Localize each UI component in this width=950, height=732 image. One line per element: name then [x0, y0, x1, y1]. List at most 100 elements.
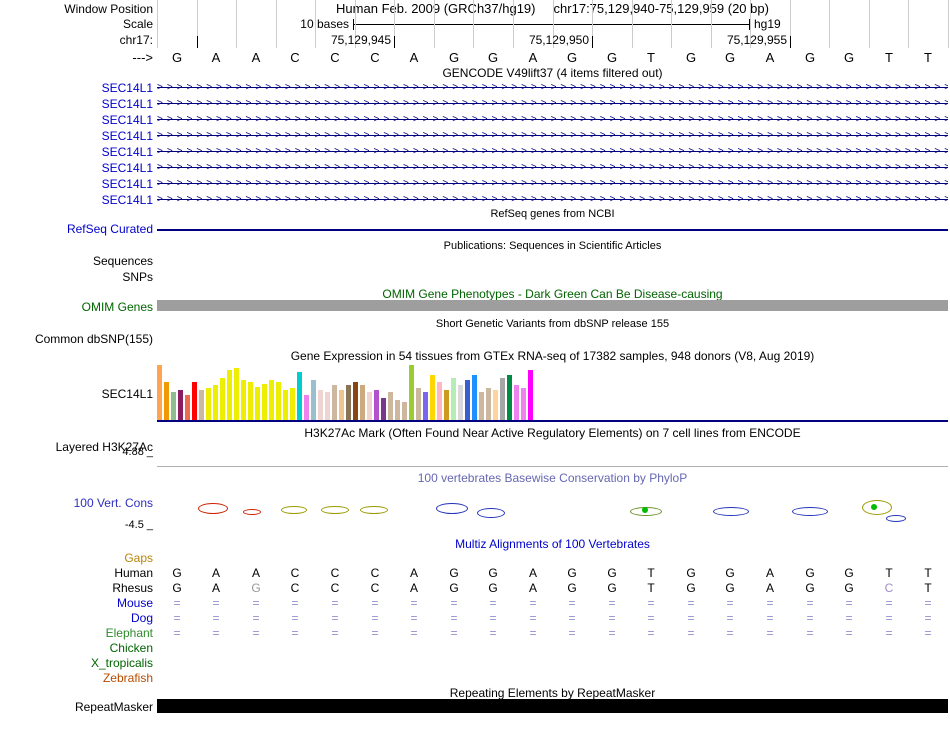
gtex-expression-bar[interactable] — [451, 378, 456, 420]
h3k27ac-track-title[interactable]: H3K27Ac Mark (Often Found Near Active Re… — [157, 426, 948, 440]
gtex-expression-bar[interactable] — [304, 395, 309, 420]
species-label[interactable]: Human — [0, 566, 153, 580]
gtex-expression-bar[interactable] — [444, 390, 449, 420]
gtex-expression-bar[interactable] — [353, 382, 358, 420]
species-label[interactable]: Gaps — [0, 551, 153, 565]
gene-track-label[interactable]: SEC14L1 — [0, 81, 153, 95]
gtex-expression-bar[interactable] — [297, 372, 302, 420]
gene-track-label[interactable]: SEC14L1 — [0, 129, 153, 143]
species-label[interactable]: Zebrafish — [0, 671, 153, 685]
gtex-expression-bar[interactable] — [185, 395, 190, 420]
gtex-expression-bar[interactable] — [430, 375, 435, 420]
gtex-expression-bar[interactable] — [465, 380, 470, 420]
species-label[interactable]: Dog — [0, 611, 153, 625]
gene-track-label[interactable]: SEC14L1 — [0, 161, 153, 175]
gene-model[interactable]: >>>>>>>>>>>>>>>>>>>>>>>>>>>>>>>>>>>>>>>>… — [157, 161, 948, 176]
gtex-expression-bar[interactable] — [346, 385, 351, 420]
gtex-expression-bar[interactable] — [381, 398, 386, 420]
gtex-expression-bar[interactable] — [213, 385, 218, 420]
gtex-expression-bar[interactable] — [206, 388, 211, 420]
phylop-track-title[interactable]: 100 vertebrates Basewise Conservation by… — [157, 471, 948, 485]
vert-cons-label[interactable]: 100 Vert. Cons — [0, 496, 153, 510]
gtex-expression-bar[interactable] — [164, 382, 169, 420]
gencode-track-title[interactable]: GENCODE V49lift37 (4 items filtered out) — [157, 66, 948, 80]
gtex-expression-bar[interactable] — [248, 382, 253, 420]
gtex-expression-bar[interactable] — [388, 392, 393, 420]
gene-track-label[interactable]: SEC14L1 — [0, 193, 153, 207]
gtex-expression-bar[interactable] — [493, 390, 498, 420]
gtex-expression-bar[interactable] — [220, 378, 225, 420]
dbsnp-track-title[interactable]: Short Genetic Variants from dbSNP releas… — [157, 318, 948, 330]
gene-model[interactable]: >>>>>>>>>>>>>>>>>>>>>>>>>>>>>>>>>>>>>>>>… — [157, 193, 948, 208]
gtex-expression-bar[interactable] — [255, 387, 260, 420]
gtex-expression-bar[interactable] — [458, 385, 463, 420]
gtex-expression-bar[interactable] — [423, 392, 428, 420]
omim-track-title[interactable]: OMIM Gene Phenotypes - Dark Green Can Be… — [157, 287, 948, 301]
gene-model[interactable]: >>>>>>>>>>>>>>>>>>>>>>>>>>>>>>>>>>>>>>>>… — [157, 97, 948, 112]
gtex-expression-bar[interactable] — [437, 382, 442, 420]
gtex-expression-bar[interactable] — [472, 375, 477, 420]
omim-gene-bar[interactable] — [157, 300, 948, 311]
gtex-expression-bar[interactable] — [479, 392, 484, 420]
gene-model[interactable]: >>>>>>>>>>>>>>>>>>>>>>>>>>>>>>>>>>>>>>>>… — [157, 145, 948, 160]
repeatmasker-element-bar[interactable] — [157, 699, 948, 713]
refseq-track-title[interactable]: RefSeq genes from NCBI — [157, 208, 948, 220]
gtex-expression-bar[interactable] — [171, 392, 176, 420]
gtex-expression-bar[interactable] — [269, 380, 274, 420]
gene-model[interactable]: >>>>>>>>>>>>>>>>>>>>>>>>>>>>>>>>>>>>>>>>… — [157, 129, 948, 144]
gene-model[interactable]: >>>>>>>>>>>>>>>>>>>>>>>>>>>>>>>>>>>>>>>>… — [157, 177, 948, 192]
gtex-expression-bar[interactable] — [395, 400, 400, 420]
gtex-expression-bar[interactable] — [521, 388, 526, 420]
gtex-expression-bar[interactable] — [416, 388, 421, 420]
gene-model[interactable]: >>>>>>>>>>>>>>>>>>>>>>>>>>>>>>>>>>>>>>>>… — [157, 81, 948, 96]
gtex-expression-bar[interactable] — [178, 390, 183, 420]
gtex-expression-bar[interactable] — [514, 385, 519, 420]
gtex-expression-bar[interactable] — [339, 390, 344, 420]
gtex-expression-bar[interactable] — [486, 388, 491, 420]
gtex-expression-bar[interactable] — [241, 380, 246, 420]
refseq-curated-label[interactable]: RefSeq Curated — [0, 222, 153, 236]
species-label[interactable]: Chicken — [0, 641, 153, 655]
gene-track-label[interactable]: SEC14L1 — [0, 145, 153, 159]
refseq-gene-line[interactable] — [157, 229, 948, 231]
gtex-track-title[interactable]: Gene Expression in 54 tissues from GTEx … — [157, 349, 948, 363]
gtex-expression-bar[interactable] — [311, 380, 316, 420]
species-label[interactable]: Elephant — [0, 626, 153, 640]
gtex-expression-bar[interactable] — [234, 368, 239, 420]
gtex-expression-bar[interactable] — [283, 390, 288, 420]
species-label[interactable]: X_tropicalis — [0, 656, 153, 670]
gtex-expression-bar[interactable] — [409, 365, 414, 420]
gtex-gene-label[interactable]: SEC14L1 — [0, 387, 153, 401]
gene-track-label[interactable]: SEC14L1 — [0, 97, 153, 111]
gtex-expression-bar[interactable] — [332, 385, 337, 420]
gtex-expression-bar[interactable] — [192, 382, 197, 420]
gtex-expression-bar[interactable] — [367, 392, 372, 420]
gtex-expression-bar[interactable] — [262, 384, 267, 420]
publications-snps-label[interactable]: SNPs — [0, 270, 153, 284]
gtex-expression-bar[interactable] — [276, 382, 281, 420]
omim-genes-label[interactable]: OMIM Genes — [0, 300, 153, 314]
multiz-track-title[interactable]: Multiz Alignments of 100 Vertebrates — [157, 537, 948, 551]
gtex-expression-bar[interactable] — [325, 392, 330, 420]
gtex-expression-bar[interactable] — [290, 388, 295, 420]
gene-track-label[interactable]: SEC14L1 — [0, 177, 153, 191]
repeatmasker-label[interactable]: RepeatMasker — [0, 700, 153, 714]
gtex-expression-bar[interactable] — [318, 390, 323, 420]
gtex-expression-bar[interactable] — [528, 370, 533, 420]
repeatmasker-track-title[interactable]: Repeating Elements by RepeatMasker — [157, 686, 948, 700]
gene-model[interactable]: >>>>>>>>>>>>>>>>>>>>>>>>>>>>>>>>>>>>>>>>… — [157, 113, 948, 128]
common-dbsnp-label[interactable]: Common dbSNP(155) — [0, 332, 153, 346]
gtex-expression-bar[interactable] — [199, 390, 204, 420]
species-label[interactable]: Rhesus — [0, 581, 153, 595]
gtex-expression-bar[interactable] — [500, 378, 505, 420]
gtex-expression-bar[interactable] — [360, 385, 365, 420]
gtex-expression-bar[interactable] — [374, 390, 379, 420]
gtex-expression-bar[interactable] — [402, 402, 407, 420]
publications-sequences-label[interactable]: Sequences — [0, 254, 153, 268]
gene-track-label[interactable]: SEC14L1 — [0, 113, 153, 127]
publications-track-title[interactable]: Publications: Sequences in Scientific Ar… — [157, 240, 948, 252]
species-label[interactable]: Mouse — [0, 596, 153, 610]
gtex-expression-bar[interactable] — [227, 370, 232, 420]
gtex-expression-bar[interactable] — [157, 365, 162, 420]
gtex-expression-bar[interactable] — [507, 375, 512, 420]
